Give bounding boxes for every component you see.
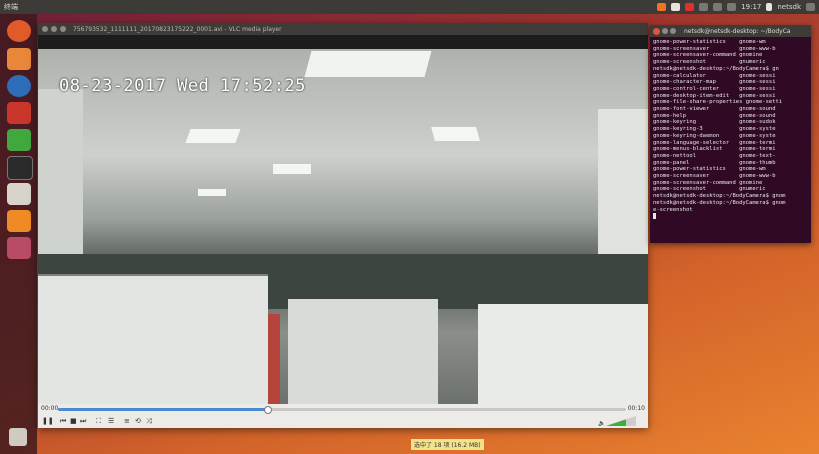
terminal-line: gnome-keyring-3 gnome-syste	[653, 126, 776, 133]
top-panel-app-name: 终端	[4, 3, 18, 11]
playlist-icon[interactable]: ☰	[108, 417, 114, 425]
file-manager-icon[interactable]	[7, 48, 31, 70]
terminal-title: netsdk@netsdk-desktop: ~/BodyCa	[684, 27, 791, 35]
indicator-icon[interactable]	[657, 3, 667, 11]
red-panel	[268, 314, 280, 404]
vlc-window: 756793532_1111111_20170823175222_0001.av…	[38, 23, 648, 428]
terminal-line: netsdk@netsdk-desktop:~/BodyCamera$ gnom	[653, 199, 786, 206]
notification-icon[interactable]	[685, 3, 695, 11]
wall-column	[38, 89, 83, 269]
terminal-line: gnome-character-map gnome-sessi	[653, 79, 776, 86]
terminal-line: gnome-screensaver-command gnomine	[653, 52, 763, 59]
terminal-line: gnome-desktop-item-edit gnome-sessi	[653, 92, 776, 99]
vlc-window-title: 756793532_1111111_20170823175222_0001.av…	[73, 25, 282, 33]
terminal-line: gnome-menus-blacklist gnome-termi	[653, 146, 776, 153]
indicator-area: 19:17 netsdk	[657, 3, 819, 11]
wall-column	[598, 109, 648, 269]
terminal-line: gnome-nettool gnome-text-	[653, 152, 776, 159]
terminal-line: gnome-keyring-daemon gnome-syste	[653, 132, 776, 139]
user-name[interactable]: netsdk	[777, 3, 801, 11]
partition-right	[478, 304, 648, 404]
volume-icon[interactable]	[727, 3, 737, 11]
terminal-icon[interactable]	[7, 156, 33, 180]
dash-home-icon[interactable]	[7, 20, 31, 42]
partition-center	[288, 299, 438, 404]
launcher	[0, 14, 37, 454]
fullscreen-icon[interactable]: ⛶	[96, 417, 101, 425]
clock[interactable]: 19:17	[741, 3, 761, 11]
vlc-titlebar[interactable]: 756793532_1111111_20170823175222_0001.av…	[38, 23, 648, 35]
terminal-line: gnome-keyring gnome-sudok	[653, 119, 776, 126]
terminal-line: netsdk@netsdk-desktop:~/BodyCamera$ gn	[653, 65, 779, 72]
terminal-line: gnome-control-center gnome-sessi	[653, 85, 776, 92]
ceiling-light	[185, 129, 241, 143]
terminal-window: netsdk@netsdk-desktop: ~/BodyCa gnome-po…	[650, 25, 811, 243]
terminal-line: gnome-screenshot gnumeric	[653, 186, 766, 193]
maximize-icon[interactable]	[60, 26, 66, 32]
pause-icon[interactable]: ❚❚	[42, 417, 54, 425]
terminal-line: gnome-power-statistics gnome-wm	[653, 39, 766, 45]
close-icon[interactable]	[42, 26, 48, 32]
terminal-line: gnome-calculator gnome-sessi	[653, 72, 776, 79]
previous-icon[interactable]: ⏮	[60, 417, 66, 425]
status-tooltip: 选中了 18 项 (16.2 MB)	[411, 439, 484, 450]
mail-icon[interactable]	[699, 3, 709, 11]
network-icon[interactable]	[713, 3, 723, 11]
workspace-switcher-icon[interactable]	[7, 237, 31, 259]
keyboard-icon[interactable]	[671, 3, 681, 11]
time-total: 00:10	[627, 405, 645, 412]
terminal-line: gnome-font-viewer gnome-sound	[653, 106, 776, 113]
qt-creator-icon[interactable]	[7, 129, 31, 151]
terminal-line: gnome-screensaver-command gnomine	[653, 179, 763, 186]
firefox-icon[interactable]	[7, 75, 31, 97]
terminal-line: netsdk@netsdk-desktop:~/BodyCamera$ gnom	[653, 193, 786, 200]
time-elapsed: 00:00	[41, 405, 59, 412]
speaker-icon: 🔈	[598, 420, 605, 426]
gear-icon[interactable]	[806, 3, 815, 11]
trash-icon[interactable]	[9, 428, 27, 446]
terminal-line: gnome-screensaver gnome-www-b	[653, 45, 776, 52]
user-icon	[766, 3, 773, 11]
terminal-line: gnome-power-statistics gnome-wm	[653, 166, 766, 173]
loop-icon[interactable]: ⟲	[135, 417, 141, 425]
settings-icon[interactable]	[7, 102, 31, 124]
terminal-line: gnome-help gnome-sound	[653, 112, 776, 119]
terminal-cursor	[653, 213, 656, 220]
minimize-icon[interactable]	[51, 26, 57, 32]
terminal-titlebar[interactable]: netsdk@netsdk-desktop: ~/BodyCa	[650, 25, 811, 37]
seek-bar[interactable]	[58, 406, 626, 414]
vlc-controls: 00:00 00:10 ❚❚ ⏮ ■ ⏭ ⛶ ☰ ≡ ⟲ ⤨ 🔈	[38, 404, 648, 428]
terminal-line: gnome-screenshot gnumeric	[653, 59, 766, 66]
stop-icon[interactable]: ■	[70, 417, 77, 425]
next-icon[interactable]: ⏭	[80, 417, 86, 425]
terminal-line: gnome-panel gnome-thumb	[653, 159, 776, 166]
video-frame[interactable]: 08-23-2017 Wed 17:52:25	[38, 49, 648, 404]
shuffle-icon[interactable]: ⤨	[146, 417, 152, 425]
maximize-icon[interactable]	[670, 28, 676, 34]
volume-level	[606, 419, 626, 426]
seek-progress	[58, 408, 269, 411]
volume-slider[interactable]: 🔈	[598, 416, 636, 426]
text-editor-icon[interactable]	[7, 183, 31, 205]
vlc-icon[interactable]	[7, 210, 31, 232]
close-icon[interactable]	[653, 27, 660, 35]
terminal-line: gnome-language-selector gnome-termi	[653, 139, 776, 146]
terminal-line: gnome-screensaver gnome-www-b	[653, 173, 776, 180]
ceiling-light	[304, 51, 432, 77]
extended-settings-icon[interactable]: ≡	[124, 417, 130, 425]
terminal-line: gnome-file-share-properties gnome-setti	[653, 99, 783, 106]
partition-left	[38, 274, 268, 404]
ceiling-light	[198, 189, 226, 196]
ceiling-light	[273, 164, 311, 174]
terminal-line: e-screenshot	[653, 206, 693, 213]
ceiling-light	[431, 127, 480, 141]
seek-handle[interactable]	[264, 406, 273, 414]
minimize-icon[interactable]	[662, 28, 668, 34]
top-panel: 终端 19:17 netsdk	[0, 0, 819, 14]
osd-timestamp: 08-23-2017 Wed 17:52:25	[59, 76, 306, 96]
terminal-output[interactable]: gnome-power-statistics gnome-wm gnome-scr…	[650, 37, 811, 221]
